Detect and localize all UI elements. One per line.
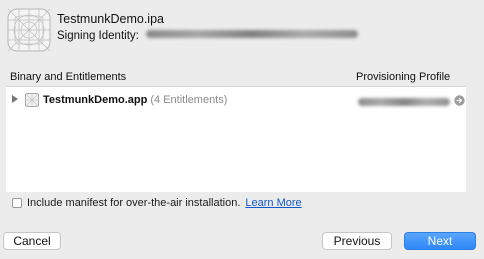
learn-more-link[interactable]: Learn More <box>245 197 301 209</box>
signing-identity-label: Signing Identity: <box>57 30 139 42</box>
disclosure-triangle-icon[interactable] <box>12 95 18 103</box>
list-item[interactable]: TestmunkDemo.app (4 Entitlements) <box>6 91 466 109</box>
manifest-checkbox[interactable] <box>12 198 22 208</box>
app-bundle-icon <box>25 93 39 107</box>
entitlements-list[interactable]: TestmunkDemo.app (4 Entitlements) <box>6 86 466 192</box>
entitlement-count: (4 Entitlements) <box>150 94 228 106</box>
bundle-label: TestmunkDemo.app (4 Entitlements) <box>43 94 227 106</box>
manifest-option: Include manifest for over-the-air instal… <box>12 197 302 209</box>
arrow-right-circle-icon[interactable] <box>454 95 465 106</box>
file-title: TestmunkDemo.ipa <box>57 12 164 26</box>
signing-identity-redacted <box>146 30 359 39</box>
previous-button[interactable]: Previous <box>322 232 392 250</box>
next-button[interactable]: Next <box>404 232 476 250</box>
binary-column-header: Binary and Entitlements <box>10 71 127 83</box>
export-sheet: TestmunkDemo.ipa Signing Identity: Binar… <box>0 0 484 259</box>
signing-identity-row: Signing Identity: <box>57 30 359 42</box>
manifest-label: Include manifest for over-the-air instal… <box>27 197 241 209</box>
app-placeholder-icon <box>7 8 51 52</box>
bundle-name: TestmunkDemo.app <box>43 94 148 106</box>
provisioning-profile-redacted <box>358 98 450 106</box>
cancel-button[interactable]: Cancel <box>3 232 61 250</box>
profile-column-header: Provisioning Profile <box>356 71 451 83</box>
